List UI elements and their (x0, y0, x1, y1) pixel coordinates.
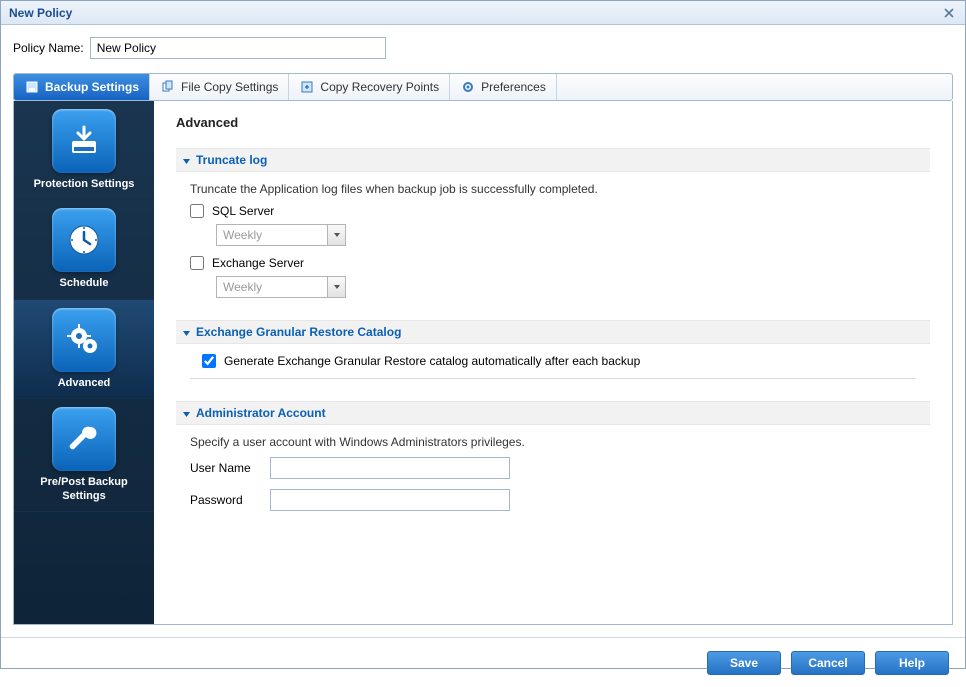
disk-icon (24, 79, 40, 95)
save-button[interactable]: Save (707, 651, 781, 675)
tab-file-copy-settings[interactable]: File Copy Settings (150, 74, 289, 100)
tab-label: Copy Recovery Points (320, 80, 439, 94)
sql-server-checkbox[interactable] (190, 204, 204, 218)
admin-desc: Specify a user account with Windows Admi… (190, 435, 916, 449)
tab-preferences[interactable]: Preferences (450, 74, 557, 100)
username-label: User Name (190, 461, 270, 475)
sidebar-item-prepost[interactable]: Pre/Post Backup Settings (14, 399, 154, 513)
window-title: New Policy (9, 6, 72, 20)
sidebar-item-advanced[interactable]: Advanced (14, 300, 154, 399)
advanced-panel: Advanced Truncate log Truncate the Appli… (154, 101, 952, 624)
sidebar-item-protection[interactable]: Protection Settings (14, 101, 154, 200)
exchange-period-select[interactable]: Weekly (216, 276, 346, 298)
tab-label: Preferences (481, 80, 546, 94)
catalog-checkbox[interactable] (202, 354, 216, 368)
chevron-down-icon (327, 277, 345, 297)
section-title: Exchange Granular Restore Catalog (196, 325, 401, 339)
policy-name-input[interactable] (90, 37, 386, 59)
section-header-admin[interactable]: Administrator Account (176, 401, 930, 425)
tab-copy-recovery-points[interactable]: Copy Recovery Points (289, 74, 450, 100)
file-copy-icon (160, 79, 176, 95)
password-label: Password (190, 493, 270, 507)
section-admin-account: Administrator Account Specify a user acc… (176, 401, 930, 511)
sql-period-select[interactable]: Weekly (216, 224, 346, 246)
cancel-button[interactable]: Cancel (791, 651, 865, 675)
password-input[interactable] (270, 489, 510, 511)
clock-icon (52, 208, 116, 272)
gears-icon (52, 308, 116, 372)
sidebar-label: Schedule (18, 276, 150, 290)
section-truncate-log: Truncate log Truncate the Application lo… (176, 148, 930, 298)
protection-icon (52, 109, 116, 173)
section-header-catalog[interactable]: Exchange Granular Restore Catalog (176, 320, 930, 344)
username-input[interactable] (270, 457, 510, 479)
tab-strip: Backup Settings File Copy Settings Copy … (13, 73, 953, 101)
help-button[interactable]: Help (875, 651, 949, 675)
tab-label: File Copy Settings (181, 80, 278, 94)
gear-icon (460, 79, 476, 95)
sidebar-item-schedule[interactable]: Schedule (14, 200, 154, 299)
sql-server-label: SQL Server (212, 204, 274, 218)
recovery-icon (299, 79, 315, 95)
policy-name-label: Policy Name: (13, 41, 84, 55)
section-exchange-catalog: Exchange Granular Restore Catalog Genera… (176, 320, 930, 379)
chevron-down-icon (182, 327, 192, 337)
catalog-label: Generate Exchange Granular Restore catal… (224, 354, 640, 368)
title-bar: New Policy (1, 1, 965, 25)
chevron-down-icon (182, 408, 192, 418)
section-title: Truncate log (196, 153, 267, 167)
section-title: Administrator Account (196, 406, 326, 420)
sidebar-label: Pre/Post Backup Settings (18, 475, 150, 504)
wrench-icon (52, 407, 116, 471)
tab-label: Backup Settings (45, 80, 139, 94)
exchange-period-value: Weekly (223, 280, 262, 294)
tab-backup-settings[interactable]: Backup Settings (14, 74, 150, 100)
exchange-server-label: Exchange Server (212, 256, 304, 270)
sidebar-label: Advanced (18, 376, 150, 390)
section-header-truncate[interactable]: Truncate log (176, 148, 930, 172)
chevron-down-icon (327, 225, 345, 245)
truncate-desc: Truncate the Application log files when … (190, 182, 916, 196)
dialog-footer: Save Cancel Help (1, 637, 965, 687)
close-icon[interactable] (941, 5, 957, 21)
sql-period-value: Weekly (223, 228, 262, 242)
sidebar: Protection Settings Schedule (14, 101, 154, 624)
chevron-down-icon (182, 155, 192, 165)
panel-heading: Advanced (176, 115, 930, 130)
exchange-server-checkbox[interactable] (190, 256, 204, 270)
sidebar-label: Protection Settings (18, 177, 150, 191)
